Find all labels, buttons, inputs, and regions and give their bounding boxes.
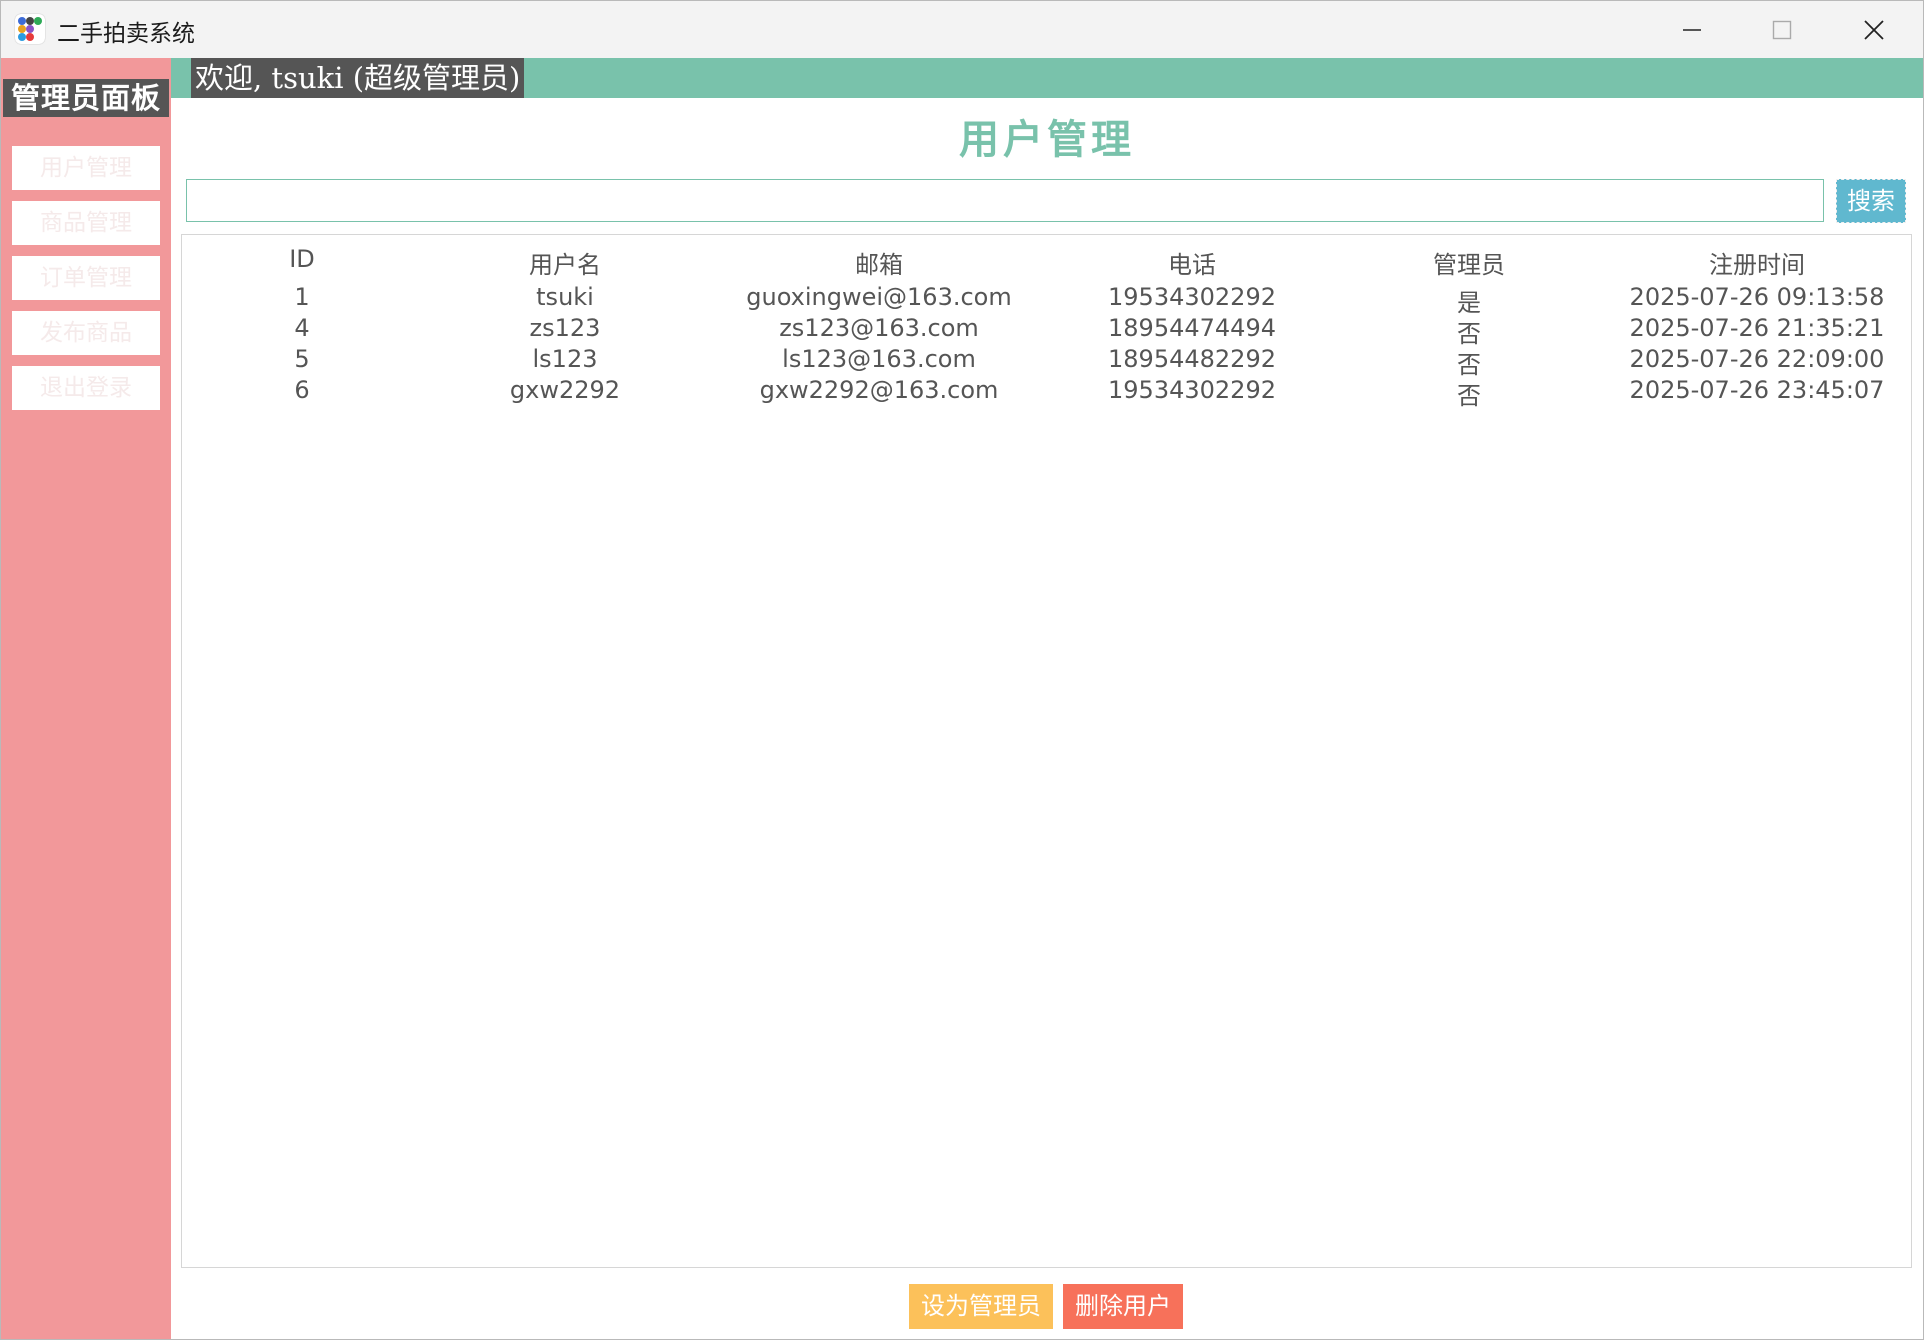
sidebar-item-user-management[interactable]: 用户管理 <box>12 146 160 190</box>
close-button[interactable] <box>1829 1 1919 58</box>
close-icon <box>1864 19 1884 40</box>
cell-phone: 18954482292 <box>1108 345 1276 373</box>
app-logo-icon <box>15 14 45 44</box>
user-table: ID 用户名 邮箱 电话 管理员 注册时间 1 tsuki guoxingwei… <box>181 234 1912 1268</box>
cell-phone: 19534302292 <box>1108 283 1276 311</box>
sidebar-title: 管理员面板 <box>3 79 169 117</box>
column-header-admin[interactable]: 管理员 <box>1433 245 1505 280</box>
set-admin-button[interactable]: 设为管理员 <box>909 1284 1053 1329</box>
cell-register-time: 2025-07-26 23:45:07 <box>1629 376 1885 404</box>
title-bar: 二手拍卖系统 <box>1 1 1923 58</box>
table-row[interactable]: 4 zs123 zs123@163.com 18954474494 否 2025… <box>182 314 1911 348</box>
cell-id: 5 <box>294 345 310 373</box>
page-title: 用户管理 <box>959 117 1135 163</box>
cell-email: guoxingwei@163.com <box>746 283 1012 311</box>
cell-email: zs123@163.com <box>779 314 979 342</box>
maximize-button[interactable] <box>1737 1 1827 58</box>
column-header-register-time[interactable]: 注册时间 <box>1709 245 1805 280</box>
search-button[interactable]: 搜索 <box>1836 179 1906 223</box>
minimize-icon <box>1683 28 1701 31</box>
cell-register-time: 2025-07-26 21:35:21 <box>1629 314 1885 342</box>
cell-username: tsuki <box>536 283 594 311</box>
cell-id: 1 <box>294 283 310 311</box>
cell-admin: 是 <box>1457 289 1481 317</box>
cell-admin: 否 <box>1457 382 1481 410</box>
cell-register-time: 2025-07-26 09:13:58 <box>1629 283 1885 311</box>
column-header-email[interactable]: 邮箱 <box>855 245 903 280</box>
table-row[interactable]: 5 ls123 ls123@163.com 18954482292 否 2025… <box>182 345 1911 379</box>
delete-user-button[interactable]: 删除用户 <box>1063 1284 1183 1329</box>
minimize-button[interactable] <box>1647 1 1737 58</box>
cell-id: 4 <box>294 314 310 342</box>
cell-phone: 19534302292 <box>1108 376 1276 404</box>
column-header-id[interactable]: ID <box>289 245 315 273</box>
app-window: 二手拍卖系统 管理员面板 用户管理 商品管理 订单管理 发布商品 退出登录 欢迎… <box>0 0 1924 1340</box>
window-title: 二手拍卖系统 <box>57 21 195 47</box>
cell-admin: 否 <box>1457 320 1481 348</box>
column-header-username[interactable]: 用户名 <box>529 245 601 280</box>
table-row[interactable]: 1 tsuki guoxingwei@163.com 19534302292 是… <box>182 283 1911 317</box>
maximize-icon <box>1772 20 1792 39</box>
sidebar: 管理员面板 用户管理 商品管理 订单管理 发布商品 退出登录 <box>1 58 171 1339</box>
cell-id: 6 <box>294 376 310 404</box>
cell-phone: 18954474494 <box>1108 314 1276 342</box>
sidebar-item-publish-product[interactable]: 发布商品 <box>12 311 160 355</box>
table-row[interactable]: 6 gxw2292 gxw2292@163.com 19534302292 否 … <box>182 376 1911 410</box>
column-header-phone[interactable]: 电话 <box>1168 245 1216 280</box>
header-bar: 欢迎, tsuki (超级管理员) <box>171 58 1923 98</box>
cell-email: gxw2292@163.com <box>759 376 999 404</box>
cell-username: zs123 <box>529 314 601 342</box>
sidebar-item-product-management[interactable]: 商品管理 <box>12 201 160 245</box>
cell-admin: 否 <box>1457 351 1481 379</box>
cell-username: gxw2292 <box>509 376 621 404</box>
table-header-row: ID 用户名 邮箱 电话 管理员 注册时间 <box>182 245 1911 279</box>
sidebar-item-logout[interactable]: 退出登录 <box>12 366 160 410</box>
cell-email: ls123@163.com <box>782 345 976 373</box>
search-input[interactable] <box>186 179 1824 222</box>
cell-register-time: 2025-07-26 22:09:00 <box>1629 345 1885 373</box>
cell-username: ls123 <box>532 345 598 373</box>
welcome-text: 欢迎, tsuki (超级管理员) <box>191 58 525 98</box>
sidebar-item-order-management[interactable]: 订单管理 <box>12 256 160 300</box>
